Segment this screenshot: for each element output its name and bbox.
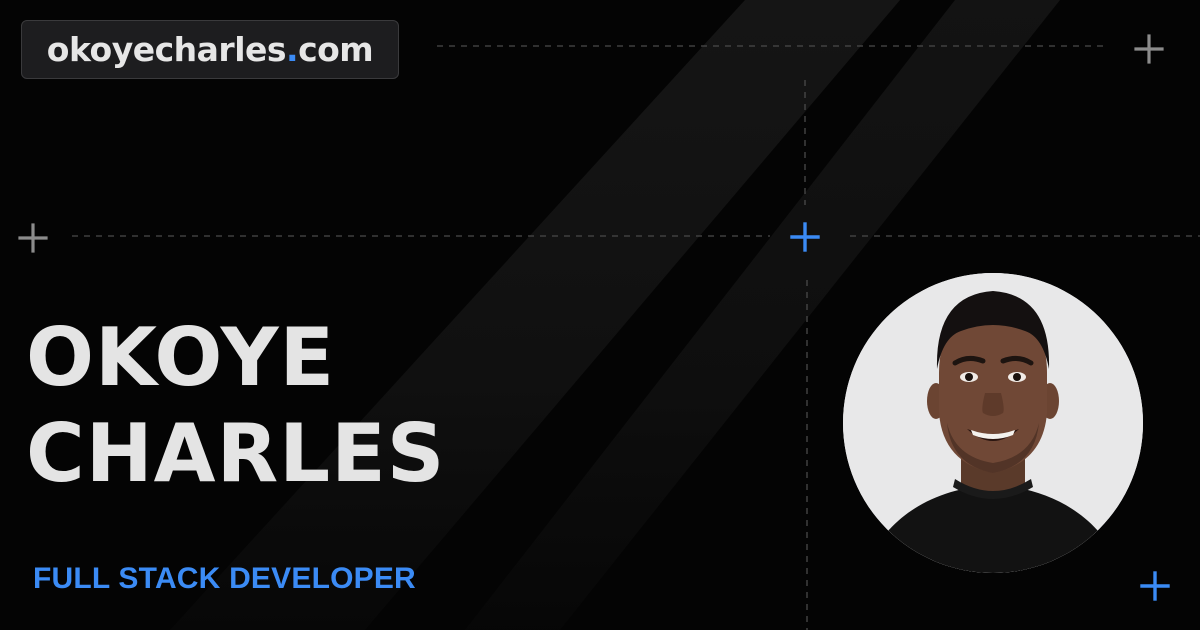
domain-tld: com (298, 30, 374, 69)
plus-icon (18, 223, 48, 253)
profile-name: OKOYE CHARLES (26, 310, 445, 502)
domain-name: okoyecharles (46, 30, 287, 69)
last-name: CHARLES (26, 407, 446, 500)
domain-badge[interactable]: okoyecharles. com (21, 20, 399, 79)
job-title: FULL STACK DEVELOPER (33, 562, 416, 595)
portrait-illustration (843, 273, 1143, 573)
avatar (843, 273, 1143, 573)
plus-icon (1140, 571, 1170, 601)
social-card: okoyecharles. com OKOYE CHARLES FULL STAC… (0, 0, 1200, 630)
first-name: OKOYE (26, 311, 336, 404)
domain-dot: . (286, 30, 299, 69)
plus-icon (1134, 34, 1164, 64)
